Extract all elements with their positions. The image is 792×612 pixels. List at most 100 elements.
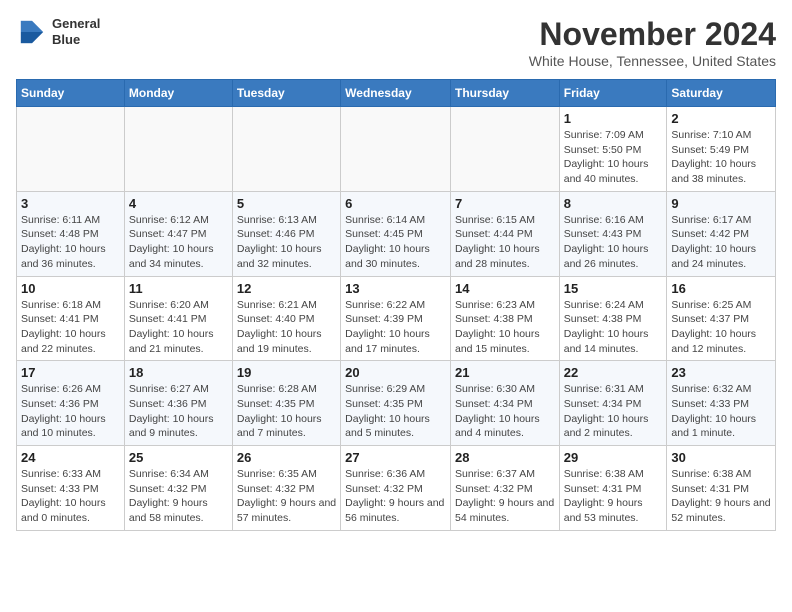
day-number: 14 [455, 281, 555, 296]
calendar-cell: 11 Sunrise: 6:20 AM Sunset: 4:41 PM Dayli… [124, 276, 232, 361]
weekday-header-sunday: Sunday [17, 80, 125, 107]
day-number: 27 [345, 450, 446, 465]
day-number: 28 [455, 450, 555, 465]
day-info: Sunrise: 6:12 AM Sunset: 4:47 PM Dayligh… [129, 213, 228, 272]
day-number: 26 [237, 450, 336, 465]
day-info: Sunrise: 6:13 AM Sunset: 4:46 PM Dayligh… [237, 213, 336, 272]
calendar-cell: 25 Sunrise: 6:34 AM Sunset: 4:32 PM Dayli… [124, 446, 232, 531]
calendar-cell: 1Sunrise: 7:09 AM Sunset: 5:50 PM Daylig… [559, 107, 667, 192]
day-info: Sunrise: 6:24 AM Sunset: 4:38 PM Dayligh… [564, 298, 663, 357]
calendar-cell: 15 Sunrise: 6:24 AM Sunset: 4:38 PM Dayli… [559, 276, 667, 361]
calendar-cell: 2 Sunrise: 7:10 AM Sunset: 5:49 PM Daylig… [667, 107, 776, 192]
day-number: 21 [455, 365, 555, 380]
month-title: November 2024 [529, 16, 776, 53]
logo-icon [16, 16, 48, 48]
day-info: Sunrise: 6:38 AM Sunset: 4:31 PM Dayligh… [564, 467, 663, 526]
calendar-cell: 7 Sunrise: 6:15 AM Sunset: 4:44 PM Daylig… [450, 191, 559, 276]
calendar-cell: 10 Sunrise: 6:18 AM Sunset: 4:41 PM Dayli… [17, 276, 125, 361]
day-number: 25 [129, 450, 228, 465]
calendar-week-1: 1Sunrise: 7:09 AM Sunset: 5:50 PM Daylig… [17, 107, 776, 192]
day-number: 17 [21, 365, 120, 380]
day-number: 16 [671, 281, 771, 296]
day-number: 19 [237, 365, 336, 380]
calendar-cell [341, 107, 451, 192]
day-info: Sunrise: 6:20 AM Sunset: 4:41 PM Dayligh… [129, 298, 228, 357]
calendar-cell: 13 Sunrise: 6:22 AM Sunset: 4:39 PM Dayli… [341, 276, 451, 361]
weekday-header-wednesday: Wednesday [341, 80, 451, 107]
calendar-cell: 16 Sunrise: 6:25 AM Sunset: 4:37 PM Dayli… [667, 276, 776, 361]
logo-text: General Blue [52, 16, 100, 47]
weekday-header-saturday: Saturday [667, 80, 776, 107]
day-info: Sunrise: 7:09 AM Sunset: 5:50 PM Dayligh… [564, 128, 663, 187]
day-number: 5 [237, 196, 336, 211]
day-info: Sunrise: 6:35 AM Sunset: 4:32 PM Dayligh… [237, 467, 336, 526]
calendar-table: SundayMondayTuesdayWednesdayThursdayFrid… [16, 79, 776, 531]
calendar-cell: 14 Sunrise: 6:23 AM Sunset: 4:38 PM Dayli… [450, 276, 559, 361]
day-number: 9 [671, 196, 771, 211]
day-info: Sunrise: 6:18 AM Sunset: 4:41 PM Dayligh… [21, 298, 120, 357]
day-number: 6 [345, 196, 446, 211]
location: White House, Tennessee, United States [529, 53, 776, 69]
calendar-cell: 21 Sunrise: 6:30 AM Sunset: 4:34 PM Dayli… [450, 361, 559, 446]
day-info: Sunrise: 6:30 AM Sunset: 4:34 PM Dayligh… [455, 382, 555, 441]
calendar-cell: 27 Sunrise: 6:36 AM Sunset: 4:32 PM Dayli… [341, 446, 451, 531]
day-number: 11 [129, 281, 228, 296]
day-info: Sunrise: 6:38 AM Sunset: 4:31 PM Dayligh… [671, 467, 771, 526]
day-info: Sunrise: 6:23 AM Sunset: 4:38 PM Dayligh… [455, 298, 555, 357]
day-number: 22 [564, 365, 663, 380]
calendar-cell: 29Sunrise: 6:38 AM Sunset: 4:31 PM Dayli… [559, 446, 667, 531]
calendar-header: SundayMondayTuesdayWednesdayThursdayFrid… [17, 80, 776, 107]
day-info: Sunrise: 6:26 AM Sunset: 4:36 PM Dayligh… [21, 382, 120, 441]
day-number: 12 [237, 281, 336, 296]
calendar-cell: 17 Sunrise: 6:26 AM Sunset: 4:36 PM Dayli… [17, 361, 125, 446]
calendar-cell: 4Sunrise: 6:12 AM Sunset: 4:47 PM Daylig… [124, 191, 232, 276]
calendar-week-4: 17 Sunrise: 6:26 AM Sunset: 4:36 PM Dayli… [17, 361, 776, 446]
calendar-cell: 26 Sunrise: 6:35 AM Sunset: 4:32 PM Dayli… [232, 446, 340, 531]
calendar-cell: 24 Sunrise: 6:33 AM Sunset: 4:33 PM Dayli… [17, 446, 125, 531]
calendar-cell: 28 Sunrise: 6:37 AM Sunset: 4:32 PM Dayli… [450, 446, 559, 531]
day-info: Sunrise: 6:28 AM Sunset: 4:35 PM Dayligh… [237, 382, 336, 441]
day-info: Sunrise: 6:33 AM Sunset: 4:33 PM Dayligh… [21, 467, 120, 526]
calendar-cell: 3 Sunrise: 6:11 AM Sunset: 4:48 PM Daylig… [17, 191, 125, 276]
day-info: Sunrise: 6:15 AM Sunset: 4:44 PM Dayligh… [455, 213, 555, 272]
day-info: Sunrise: 6:31 AM Sunset: 4:34 PM Dayligh… [564, 382, 663, 441]
day-number: 13 [345, 281, 446, 296]
calendar-week-3: 10 Sunrise: 6:18 AM Sunset: 4:41 PM Dayli… [17, 276, 776, 361]
day-info: Sunrise: 6:34 AM Sunset: 4:32 PM Dayligh… [129, 467, 228, 526]
calendar-cell: 22 Sunrise: 6:31 AM Sunset: 4:34 PM Dayli… [559, 361, 667, 446]
calendar-cell [450, 107, 559, 192]
day-info: Sunrise: 6:32 AM Sunset: 4:33 PM Dayligh… [671, 382, 771, 441]
day-number: 3 [21, 196, 120, 211]
day-number: 2 [671, 111, 771, 126]
day-info: Sunrise: 6:21 AM Sunset: 4:40 PM Dayligh… [237, 298, 336, 357]
calendar-week-2: 3 Sunrise: 6:11 AM Sunset: 4:48 PM Daylig… [17, 191, 776, 276]
calendar-cell: 18Sunrise: 6:27 AM Sunset: 4:36 PM Dayli… [124, 361, 232, 446]
day-info: Sunrise: 6:36 AM Sunset: 4:32 PM Dayligh… [345, 467, 446, 526]
day-number: 18 [129, 365, 228, 380]
day-number: 24 [21, 450, 120, 465]
day-number: 8 [564, 196, 663, 211]
day-info: Sunrise: 6:25 AM Sunset: 4:37 PM Dayligh… [671, 298, 771, 357]
day-info: Sunrise: 6:37 AM Sunset: 4:32 PM Dayligh… [455, 467, 555, 526]
day-info: Sunrise: 7:10 AM Sunset: 5:49 PM Dayligh… [671, 128, 771, 187]
calendar-cell: 12 Sunrise: 6:21 AM Sunset: 4:40 PM Dayli… [232, 276, 340, 361]
calendar-cell: 23Sunrise: 6:32 AM Sunset: 4:33 PM Dayli… [667, 361, 776, 446]
day-info: Sunrise: 6:17 AM Sunset: 4:42 PM Dayligh… [671, 213, 771, 272]
weekday-header-thursday: Thursday [450, 80, 559, 107]
day-info: Sunrise: 6:22 AM Sunset: 4:39 PM Dayligh… [345, 298, 446, 357]
day-number: 30 [671, 450, 771, 465]
calendar-week-5: 24 Sunrise: 6:33 AM Sunset: 4:33 PM Dayli… [17, 446, 776, 531]
page-header: General Blue November 2024 White House, … [16, 16, 776, 69]
day-info: Sunrise: 6:14 AM Sunset: 4:45 PM Dayligh… [345, 213, 446, 272]
day-info: Sunrise: 6:29 AM Sunset: 4:35 PM Dayligh… [345, 382, 446, 441]
day-number: 7 [455, 196, 555, 211]
calendar-cell [232, 107, 340, 192]
day-number: 20 [345, 365, 446, 380]
calendar-cell: 5 Sunrise: 6:13 AM Sunset: 4:46 PM Daylig… [232, 191, 340, 276]
calendar-cell [17, 107, 125, 192]
day-number: 15 [564, 281, 663, 296]
calendar-cell [124, 107, 232, 192]
day-info: Sunrise: 6:11 AM Sunset: 4:48 PM Dayligh… [21, 213, 120, 272]
logo: General Blue [16, 16, 100, 48]
day-number: 10 [21, 281, 120, 296]
